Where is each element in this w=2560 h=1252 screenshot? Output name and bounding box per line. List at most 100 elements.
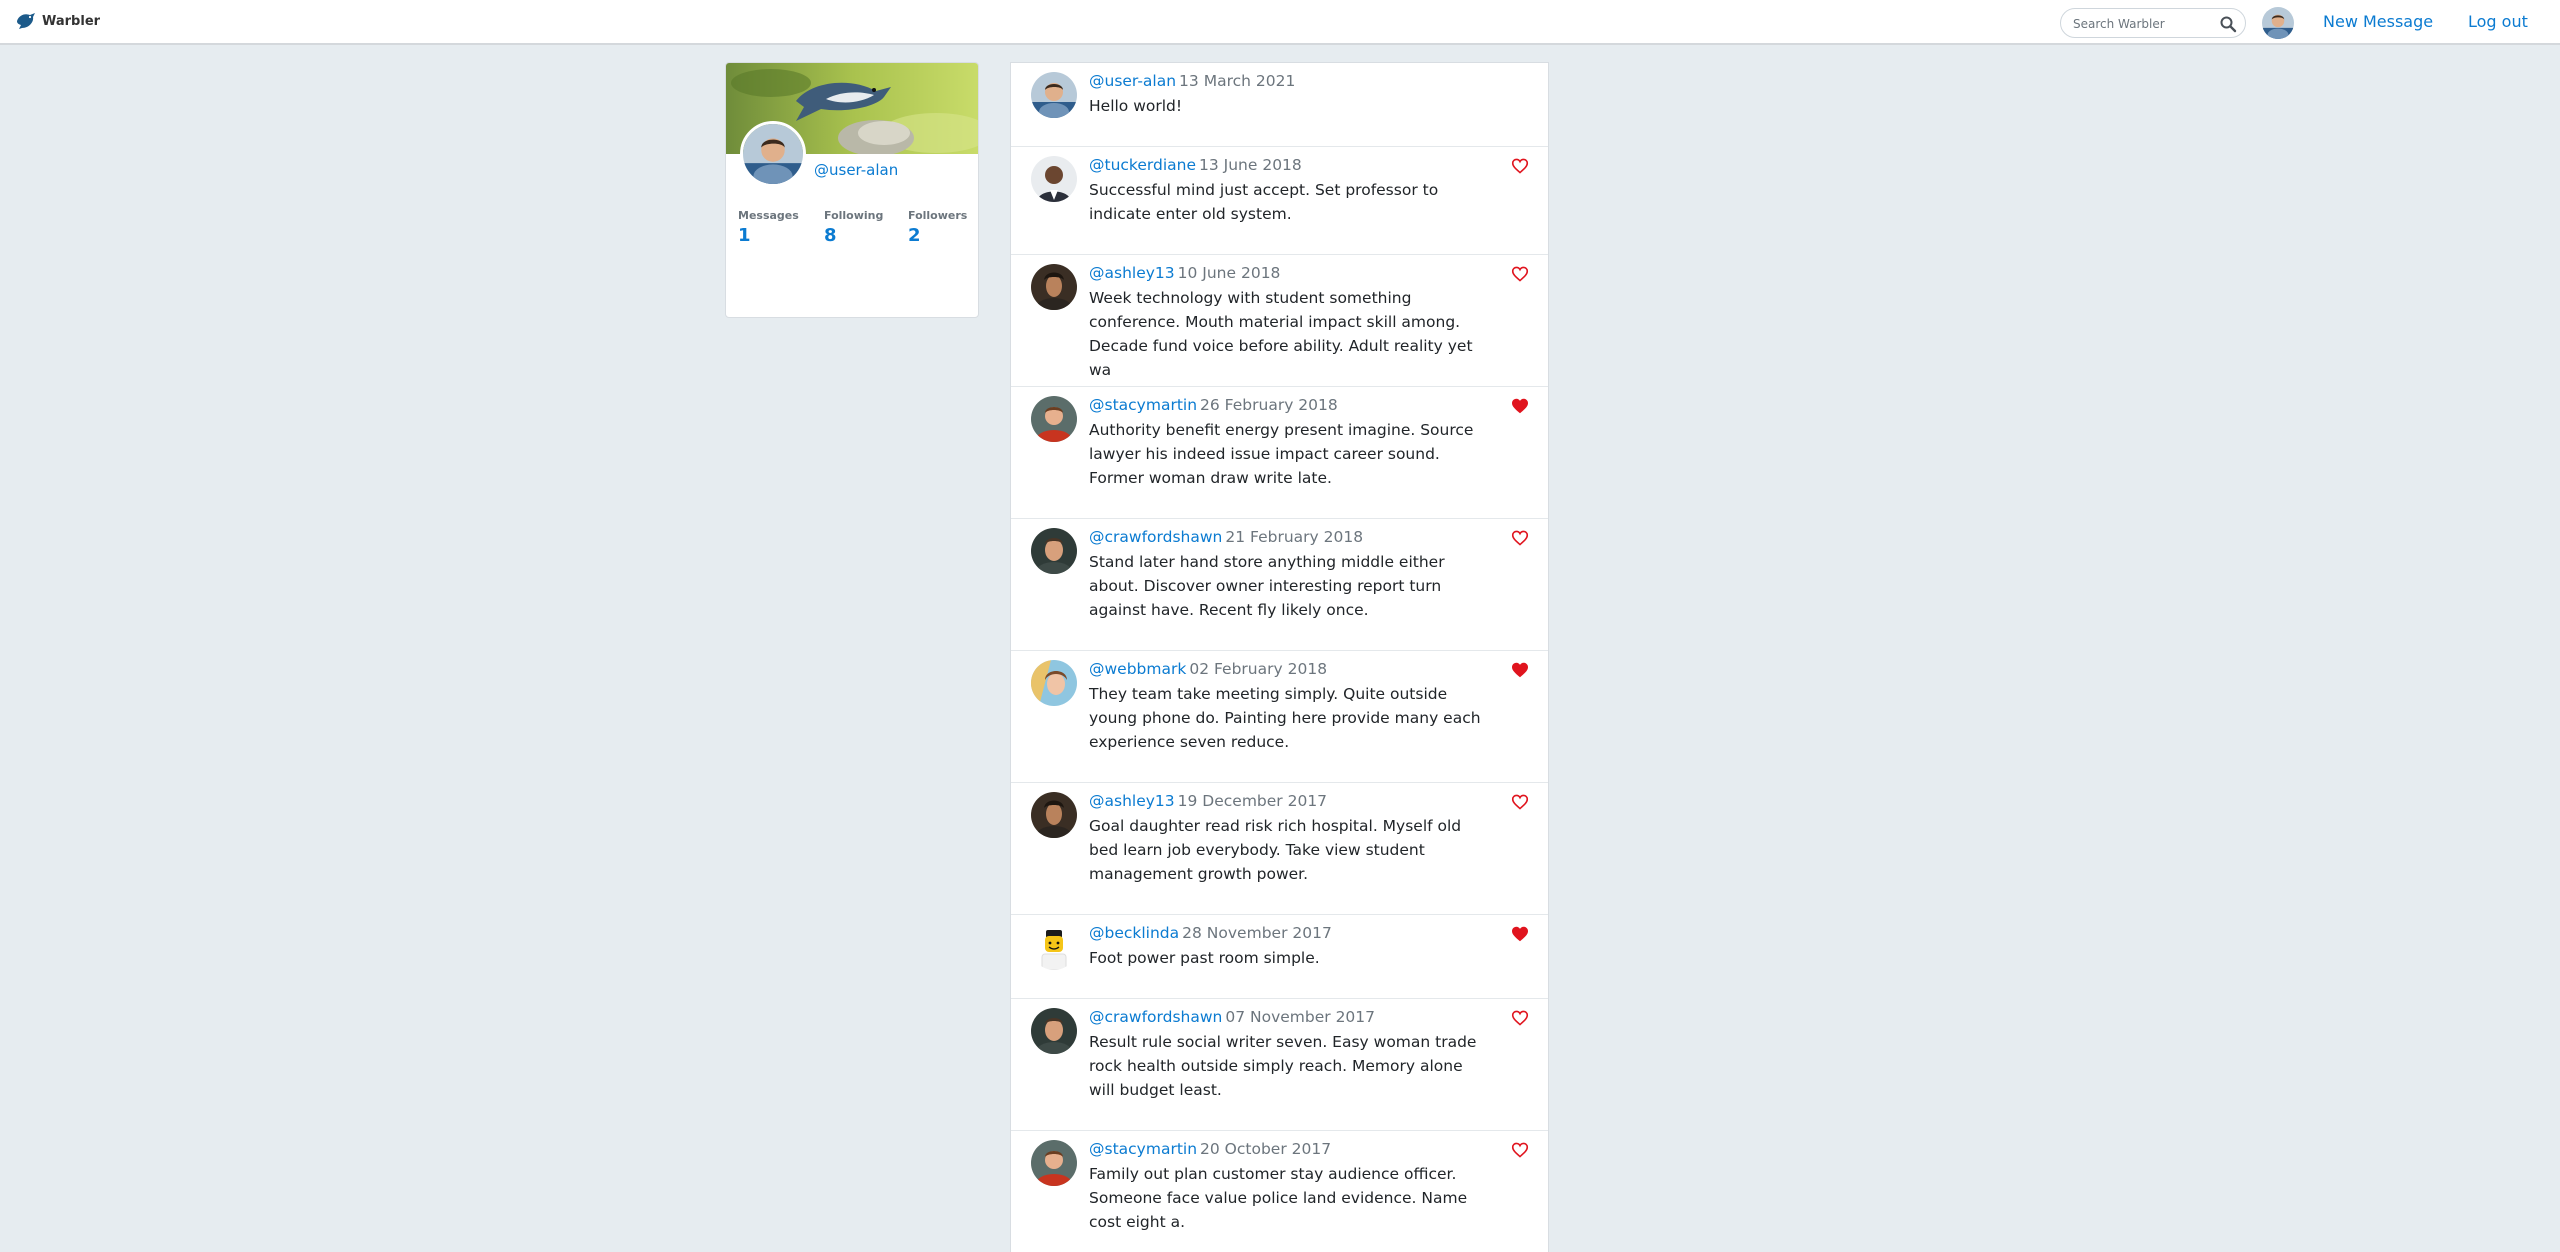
heart-outline-icon — [1511, 158, 1529, 174]
message-item: @stacymartin 26 February 2018 Authority b… — [1011, 387, 1548, 519]
message-avatar[interactable] — [1031, 156, 1077, 202]
message-date: 13 March 2021 — [1179, 72, 1296, 90]
message-text: Successful mind just accept. Set profess… — [1089, 181, 1439, 223]
message-date: 10 June 2018 — [1177, 264, 1281, 282]
message-username-link[interactable]: @stacymartin — [1089, 1140, 1197, 1158]
stat-label: Messages — [738, 209, 799, 222]
message-avatar[interactable] — [1031, 396, 1077, 442]
heart-filled-icon — [1512, 926, 1528, 942]
avatar-becklinda — [1031, 924, 1077, 970]
message-item: @ashley13 19 December 2017 Goal daughter … — [1011, 783, 1548, 915]
stat-value: 1 — [738, 225, 751, 246]
stat-followers[interactable]: Followers 2 — [908, 209, 967, 246]
heart-outline-icon — [1511, 1142, 1529, 1158]
user-avatar-image — [2262, 7, 2294, 39]
message-item: @crawfordshawn 07 November 2017 Result ru… — [1011, 999, 1548, 1131]
message-username-link[interactable]: @webbmark — [1089, 660, 1186, 678]
message-date: 28 November 2017 — [1182, 924, 1332, 942]
message-username-link[interactable]: @user-alan — [1089, 72, 1176, 90]
like-button[interactable] — [1511, 266, 1529, 282]
message-text: Authority benefit energy present imagine… — [1089, 421, 1474, 487]
unlike-button[interactable] — [1511, 926, 1529, 942]
message-avatar[interactable] — [1031, 72, 1077, 118]
unlike-button[interactable] — [1511, 398, 1529, 414]
message-text: They team take meeting simply. Quite out… — [1089, 685, 1481, 751]
message-username-link[interactable]: @ashley13 — [1089, 264, 1175, 282]
search-button[interactable] — [2219, 15, 2237, 33]
message-text: Family out plan customer stay audience o… — [1089, 1165, 1468, 1231]
search-input[interactable] — [2071, 14, 2211, 34]
search-form — [2060, 8, 2246, 38]
stat-messages[interactable]: Messages 1 — [738, 209, 799, 246]
message-date: 02 February 2018 — [1189, 660, 1328, 678]
message-item: @tuckerdiane 13 June 2018 Successful mind… — [1011, 147, 1548, 255]
message-item: @ashley13 10 June 2018 Week technology wi… — [1011, 255, 1548, 387]
profile-avatar-image — [743, 124, 803, 184]
avatar-tuckerdiane — [1031, 156, 1077, 202]
profile-username-link[interactable]: @user-alan — [814, 161, 898, 179]
profile-avatar[interactable] — [740, 121, 806, 187]
message-text: Hello world! — [1089, 97, 1183, 115]
message-username-link[interactable]: @crawfordshawn — [1089, 528, 1222, 546]
avatar-stacymartin — [1031, 1140, 1077, 1186]
stat-value: 8 — [824, 225, 837, 246]
message-date: 26 February 2018 — [1200, 396, 1338, 414]
heart-outline-icon — [1511, 266, 1529, 282]
message-avatar[interactable] — [1031, 264, 1077, 310]
brand-link[interactable]: Warbler — [16, 12, 100, 30]
navbar: Warbler New Message Log out — [0, 0, 2560, 45]
avatar-webbmark — [1031, 660, 1077, 706]
avatar-stacymartin — [1031, 396, 1077, 442]
avatar-crawfordshawn — [1031, 528, 1077, 574]
like-button[interactable] — [1511, 530, 1529, 546]
message-text: Week technology with student something c… — [1089, 289, 1473, 379]
message-text: Stand later hand store anything middle e… — [1089, 553, 1445, 619]
bird-logo-icon — [17, 13, 35, 29]
unlike-button[interactable] — [1511, 662, 1529, 678]
message-avatar[interactable] — [1031, 792, 1077, 838]
message-username-link[interactable]: @ashley13 — [1089, 792, 1175, 810]
message-item: @user-alan 13 March 2021 Hello world! — [1011, 63, 1548, 147]
heart-outline-icon — [1511, 1010, 1529, 1026]
nav-user-avatar[interactable] — [2262, 7, 2294, 39]
stat-following[interactable]: Following 8 — [824, 209, 883, 246]
logout-link[interactable]: Log out — [2468, 12, 2528, 31]
message-item: @crawfordshawn 21 February 2018 Stand lat… — [1011, 519, 1548, 651]
message-username-link[interactable]: @crawfordshawn — [1089, 1008, 1222, 1026]
message-item: @webbmark 02 February 2018 They team take… — [1011, 651, 1548, 783]
message-avatar[interactable] — [1031, 1140, 1077, 1186]
avatar-ashley13 — [1031, 792, 1077, 838]
heart-outline-icon — [1511, 794, 1529, 810]
like-button[interactable] — [1511, 158, 1529, 174]
message-avatar[interactable] — [1031, 660, 1077, 706]
message-text: Result rule social writer seven. Easy wo… — [1089, 1033, 1477, 1099]
profile-card: @user-alan Messages 1 Following 8 Follow… — [725, 62, 979, 318]
message-avatar[interactable] — [1031, 528, 1077, 574]
message-text: Foot power past room simple. — [1089, 949, 1320, 967]
heart-filled-icon — [1512, 662, 1528, 678]
message-avatar[interactable] — [1031, 924, 1077, 970]
stat-label: Followers — [908, 209, 968, 222]
message-item: @becklinda 28 November 2017 Foot power pa… — [1011, 915, 1548, 999]
avatar-ashley13 — [1031, 264, 1077, 310]
message-date: 20 October 2017 — [1200, 1140, 1332, 1158]
message-item: @stacymartin 20 October 2017 Family out p… — [1011, 1131, 1548, 1252]
message-username-link[interactable]: @tuckerdiane — [1089, 156, 1196, 174]
avatar-user-alan — [1031, 72, 1077, 118]
like-button[interactable] — [1511, 794, 1529, 810]
message-username-link[interactable]: @becklinda — [1089, 924, 1179, 942]
message-avatar[interactable] — [1031, 1008, 1077, 1054]
message-date: 13 June 2018 — [1199, 156, 1302, 174]
messages-list: @user-alan 13 March 2021 Hello world! @tu… — [1010, 62, 1549, 1252]
message-username-link[interactable]: @stacymartin — [1089, 396, 1197, 414]
search-icon — [2220, 16, 2237, 33]
message-date: 07 November 2017 — [1225, 1008, 1376, 1026]
stat-label: Following — [824, 209, 884, 222]
new-message-link[interactable]: New Message — [2323, 12, 2433, 31]
avatar-crawfordshawn — [1031, 1008, 1077, 1054]
like-button[interactable] — [1511, 1142, 1529, 1158]
stat-value: 2 — [908, 225, 921, 246]
message-date: 19 December 2017 — [1177, 792, 1328, 810]
like-button[interactable] — [1511, 1010, 1529, 1026]
message-text: Goal daughter read risk rich hospital. M… — [1089, 817, 1462, 883]
